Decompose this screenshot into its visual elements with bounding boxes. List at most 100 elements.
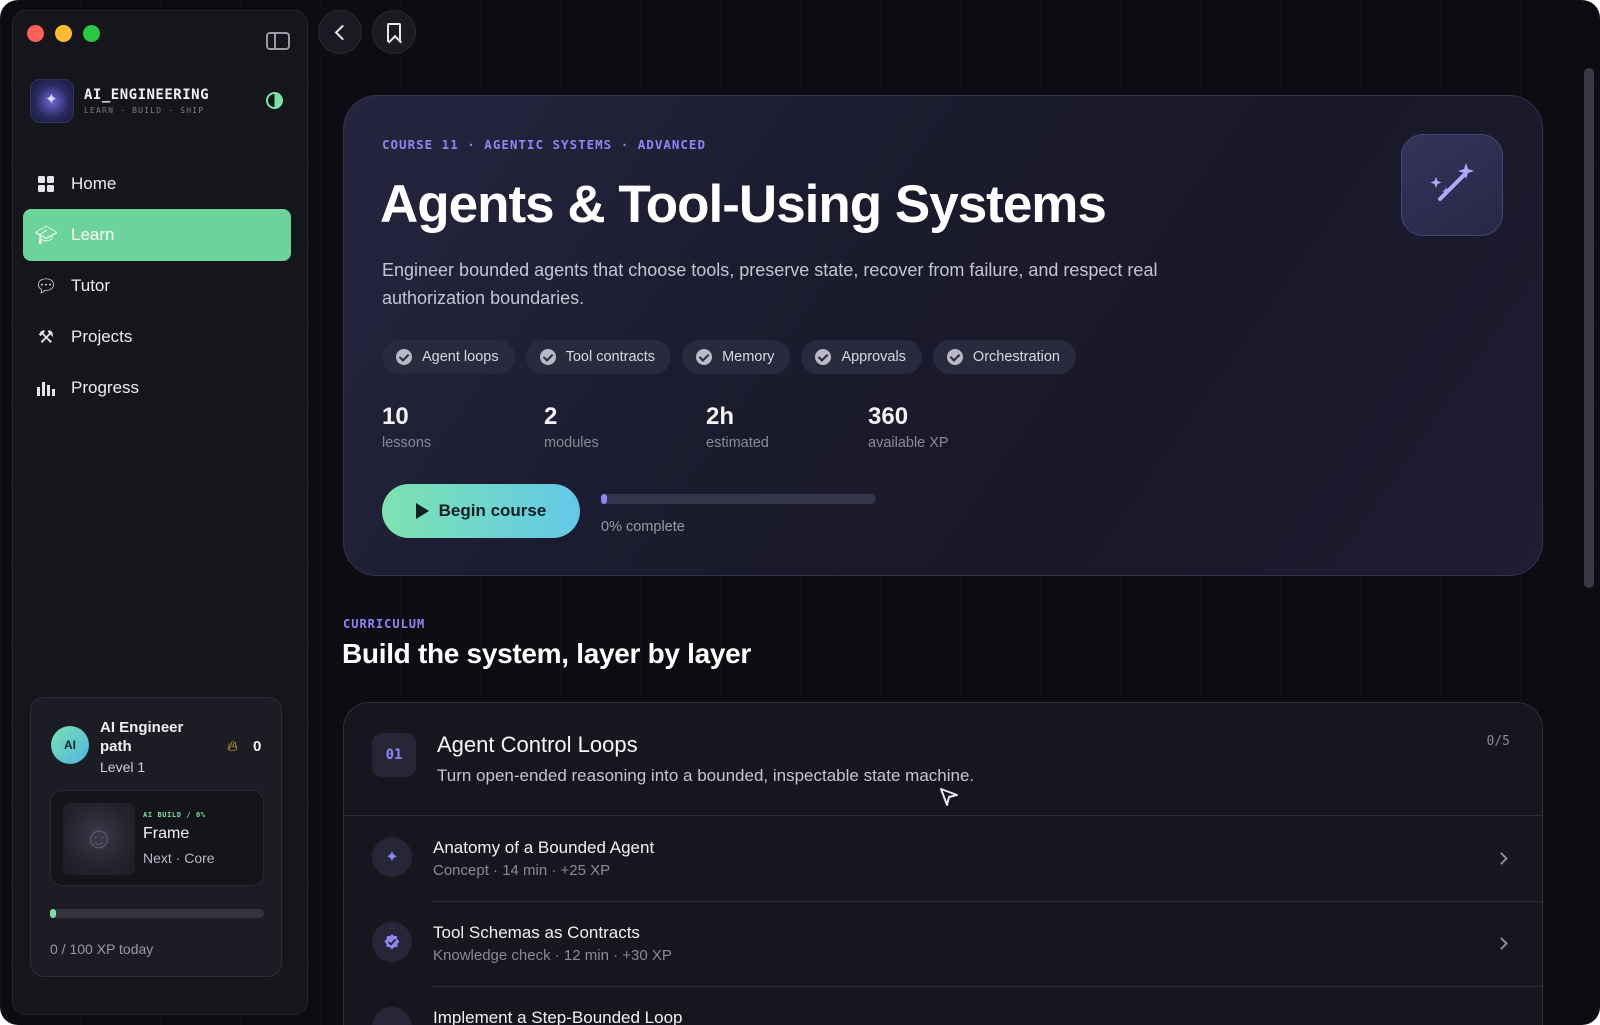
module-number: 01 [372, 733, 416, 777]
lesson-meta: Concept · 14 min · +25 XP [433, 862, 611, 879]
stat-lessons: 10 lessons [382, 403, 544, 451]
minimize-window-button[interactable] [55, 25, 72, 42]
topic-tags: Agent loops Tool contracts Memory Approv… [382, 340, 1076, 374]
stat-label: lessons [382, 435, 432, 451]
tag: Agent loops [382, 340, 515, 374]
verified-badge-icon [372, 922, 412, 962]
begin-course-label: Begin course [438, 501, 547, 520]
brand-logo-icon [30, 79, 74, 123]
brand-tagline: LEARN · BUILD · SHIP [84, 106, 205, 115]
maximize-window-button[interactable] [83, 25, 100, 42]
check-circle-icon [396, 349, 412, 365]
tag-label: Tool contracts [565, 349, 656, 365]
stat-value: 10 [382, 403, 409, 430]
bar-chart-icon [35, 377, 57, 399]
sidebar-item-progress[interactable]: Progress [23, 362, 291, 414]
begin-course-button[interactable]: Begin course [382, 484, 580, 538]
curriculum-title: Build the system, layer by layer [342, 638, 752, 669]
course-hero: COURSE 11 · AGENTIC SYSTEMS · ADVANCED A… [343, 95, 1543, 576]
stat-label: available XP [868, 435, 949, 451]
magic-wand-icon [1401, 134, 1503, 236]
lesson-row[interactable]: Implement a Step-Bounded Loop [344, 986, 1542, 1025]
graduation-cap-icon: 🎓︎ [34, 224, 58, 245]
tag: Tool contracts [525, 340, 672, 374]
lesson-title: Implement a Step-Bounded Loop [433, 1008, 683, 1025]
sidebar-nav: Home 🎓︎ Learn 💬︎ Tutor ⚒︎ Projects Progr… [23, 158, 291, 414]
scrollbar[interactable] [1584, 68, 1594, 588]
check-circle-icon [696, 349, 713, 365]
check-circle-icon [815, 349, 832, 365]
sidebar-item-label: Learn [71, 225, 115, 244]
lesson-meta: Knowledge check · 12 min · +30 XP [433, 947, 672, 964]
stat-modules: 2 modules [544, 403, 706, 451]
sidebar-item-home[interactable]: Home [23, 158, 291, 210]
theme-toggle-icon[interactable] [266, 92, 283, 109]
home-grid-icon [35, 173, 57, 195]
chevron-right-icon [1495, 852, 1508, 865]
daily-xp-progress-bar [50, 909, 264, 918]
avatar: AI [51, 726, 89, 764]
course-kicker: COURSE 11 · AGENTIC SYSTEMS · ADVANCED [382, 137, 706, 152]
sparkle-icon: ✦ [372, 837, 412, 877]
build-name: Frame [143, 825, 190, 842]
path-title: AI Engineer path [100, 719, 184, 755]
stat-value: 2 [544, 403, 558, 430]
close-window-button[interactable] [27, 25, 44, 42]
sidebar-item-learn[interactable]: 🎓︎ Learn [23, 209, 291, 261]
sidebar-item-label: Home [71, 174, 117, 193]
sidebar-item-label: Progress [71, 378, 140, 397]
chevron-right-icon [1495, 937, 1508, 950]
sidebar-item-projects[interactable]: ⚒︎ Projects [23, 311, 291, 363]
stat-value: 360 [868, 403, 909, 430]
tag-label: Orchestration [972, 349, 1060, 365]
tag-label: Memory [722, 349, 775, 365]
streak-flame-icon: 🔥︎ [227, 738, 239, 755]
module-progress-count: 0/5 [1486, 734, 1510, 749]
window-controls [27, 25, 100, 42]
current-build-card[interactable]: ☺︎ AI BUILD / 0% Frame Next · Core [50, 790, 264, 886]
brand-name: AI_ENGINEERING [84, 87, 210, 103]
lesson-row[interactable]: Tool Schemas as Contracts Knowledge chec… [344, 901, 1542, 986]
daily-xp-progress-fill [50, 909, 57, 918]
module-title: Agent Control Loops [437, 732, 638, 757]
module-card: 01 Agent Control Loops Turn open-ended r… [343, 702, 1543, 1025]
tag-label: Agent loops [422, 349, 499, 365]
build-next-step: Next · Core [143, 850, 215, 866]
course-progress-fill [601, 494, 607, 504]
chevron-left-icon [334, 24, 351, 40]
course-stats: 10 lessons 2 modules 2h estimated 360 av… [382, 403, 1030, 451]
curriculum-kicker: CURRICULUM [343, 617, 426, 631]
sidebar-item-label: Projects [71, 327, 133, 346]
stat-label: estimated [706, 435, 769, 451]
bookmark-button[interactable] [372, 10, 416, 54]
bookmark-icon [387, 22, 401, 42]
frame-thumbnail: ☺︎ [63, 803, 135, 875]
learning-path-card[interactable]: AI AI Engineer path Level 1 🔥︎ 0 ☺︎ AI B… [30, 697, 282, 977]
sidebar-item-tutor[interactable]: 💬︎ Tutor [23, 260, 291, 312]
check-circle-icon [946, 349, 963, 365]
sidebar-item-label: Tutor [71, 276, 111, 295]
lesson-title: Tool Schemas as Contracts [433, 923, 640, 942]
tag: Memory [682, 340, 791, 374]
stat-value: 2h [706, 403, 735, 430]
mouse-cursor-icon [938, 786, 960, 813]
daily-xp-text: 0 / 100 XP today [50, 941, 154, 957]
lesson-icon [372, 1007, 412, 1025]
tag: Orchestration [932, 340, 1076, 374]
brand[interactable]: AI_ENGINEERING LEARN · BUILD · SHIP [30, 79, 209, 123]
sidebar-toggle-icon[interactable] [266, 32, 290, 50]
course-progress-text: 0% complete [601, 519, 685, 535]
page-title: Agents & Tool-Using Systems [380, 175, 1107, 234]
path-level: Level 1 [100, 759, 146, 775]
tag: Approvals [801, 340, 922, 374]
course-progress-bar [601, 494, 876, 504]
back-button[interactable] [318, 10, 362, 54]
hammer-icon: ⚒︎ [37, 326, 55, 347]
stat-label: modules [544, 435, 599, 451]
sidebar: AI_ENGINEERING LEARN · BUILD · SHIP Home… [12, 10, 308, 1015]
streak-count: 0 [253, 738, 262, 755]
lesson-title: Anatomy of a Bounded Agent [433, 838, 655, 857]
lesson-row[interactable]: ✦ Anatomy of a Bounded Agent Concept · 1… [344, 816, 1542, 901]
tag-label: Approvals [841, 349, 906, 365]
module-description: Turn open-ended reasoning into a bounded… [437, 766, 975, 785]
